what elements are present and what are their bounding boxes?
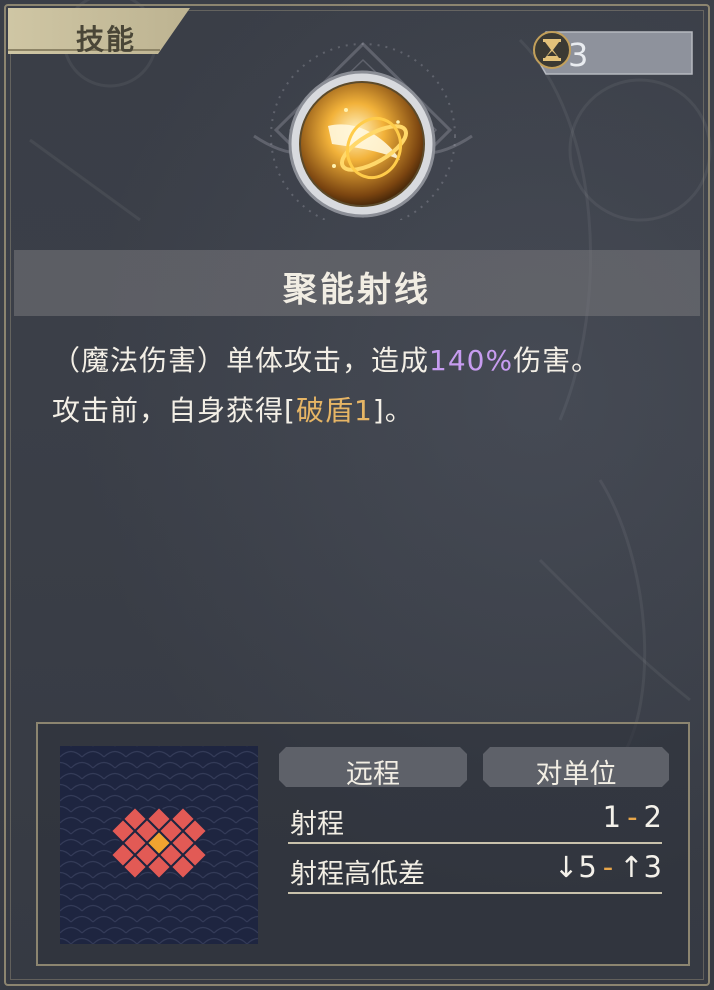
height-diff-row: 射程高低差 ↓5- ↑3 (288, 844, 662, 894)
height-diff-value: ↓5- ↑3 (554, 850, 662, 884)
range-label: 射程 (290, 809, 344, 840)
tab-label: 技能 (76, 23, 137, 56)
range-max: 2 (643, 800, 662, 834)
skill-name-bar: 聚能射线 (14, 250, 700, 316)
description-line-1: （魔法伤害）单体攻击，造成140%伤害。 (52, 336, 682, 386)
height-diff-label: 射程高低差 (290, 859, 425, 890)
skill-name: 聚能射线 (283, 270, 431, 310)
description-line-1-prefix: （魔法伤害）单体攻击，造成 (52, 344, 430, 377)
range-dash: - (627, 800, 638, 834)
shield-break-keyword[interactable]: 破盾1 (296, 394, 373, 427)
cooldown-badge: 3 (532, 30, 700, 76)
height-diff-dash: - (602, 850, 614, 884)
energy-beam-icon (288, 70, 436, 218)
range-row: 射程 1-2 (288, 794, 662, 844)
skill-description: （魔法伤害）单体攻击，造成140%伤害。 攻击前，自身获得[破盾1]。 (52, 336, 682, 436)
target-type: 对单位 (535, 759, 617, 790)
description-line-2-suffix: ]。 (372, 394, 414, 427)
damage-percent: 140% (429, 344, 514, 377)
height-diff-divider (288, 892, 662, 894)
attack-type-chip: 远程 (278, 746, 468, 790)
description-line-2: 攻击前，自身获得[破盾1]。 (52, 386, 682, 436)
range-min: 1 (602, 800, 622, 834)
skill-detail-panel: 技能 3 聚能射线 （魔法伤害）单体攻击，造成140%伤害。 攻击前，自身获得[… (0, 0, 714, 990)
skill-info-box: 远程 对单位 射程 1-2 射程高低差 ↓5- ↑3 (36, 722, 690, 966)
height-diff-down: ↓5 (554, 850, 597, 884)
tab-skill[interactable]: 技能 (8, 8, 190, 56)
description-line-1-suffix: 伤害。 (513, 344, 601, 377)
range-value: 1-2 (603, 800, 662, 834)
height-diff-up: ↑3 (619, 850, 662, 884)
hourglass-icon (533, 31, 571, 69)
description-line-2-prefix: 攻击前，自身获得[ (52, 394, 296, 427)
attack-area-pattern (60, 746, 258, 944)
attack-area-grid (60, 746, 258, 944)
target-type-chip: 对单位 (482, 746, 670, 790)
attack-type: 远程 (346, 759, 400, 790)
